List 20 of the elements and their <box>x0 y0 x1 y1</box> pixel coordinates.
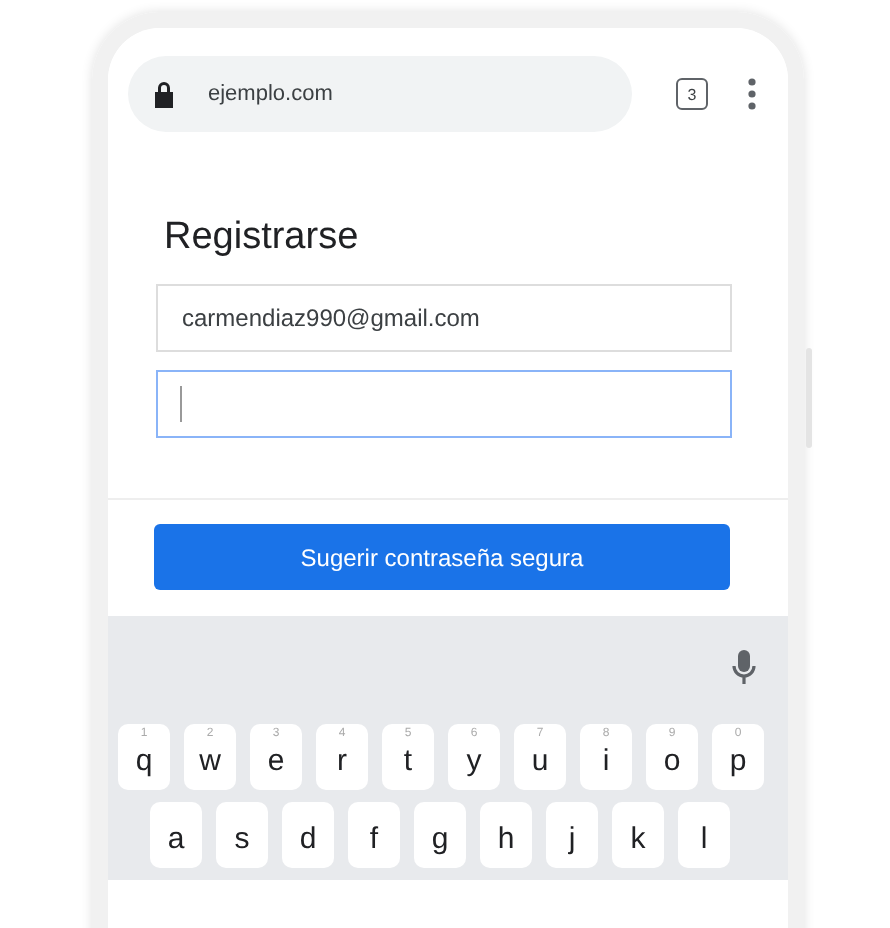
microphone-icon[interactable] <box>732 650 756 686</box>
keyboard-key[interactable]: h <box>480 802 532 868</box>
lock-icon <box>152 80 176 108</box>
keyboard-key[interactable]: d <box>282 802 334 868</box>
keyboard-key[interactable]: s <box>216 802 268 868</box>
keyboard-key[interactable]: f <box>348 802 400 868</box>
keyboard-key[interactable]: a <box>150 802 202 868</box>
password-field[interactable] <box>156 370 732 438</box>
suggest-password-button[interactable]: Sugerir contraseña segura <box>154 524 730 590</box>
url-text: ejemplo.com <box>208 82 333 106</box>
keyboard-key[interactable]: g <box>414 802 466 868</box>
text-cursor <box>180 386 182 422</box>
keyboard-key[interactable]: k <box>612 802 664 868</box>
address-bar[interactable]: ejemplo.com <box>128 56 632 132</box>
menu-icon[interactable] <box>748 78 756 110</box>
tab-count-button[interactable]: 3 <box>676 78 708 110</box>
keyboard-key[interactable]: l <box>678 802 730 868</box>
email-field[interactable]: carmendiaz990@gmail.com <box>156 284 732 352</box>
form-title: Registrarse <box>162 216 361 260</box>
keyboard-key[interactable]: j <box>546 802 598 868</box>
